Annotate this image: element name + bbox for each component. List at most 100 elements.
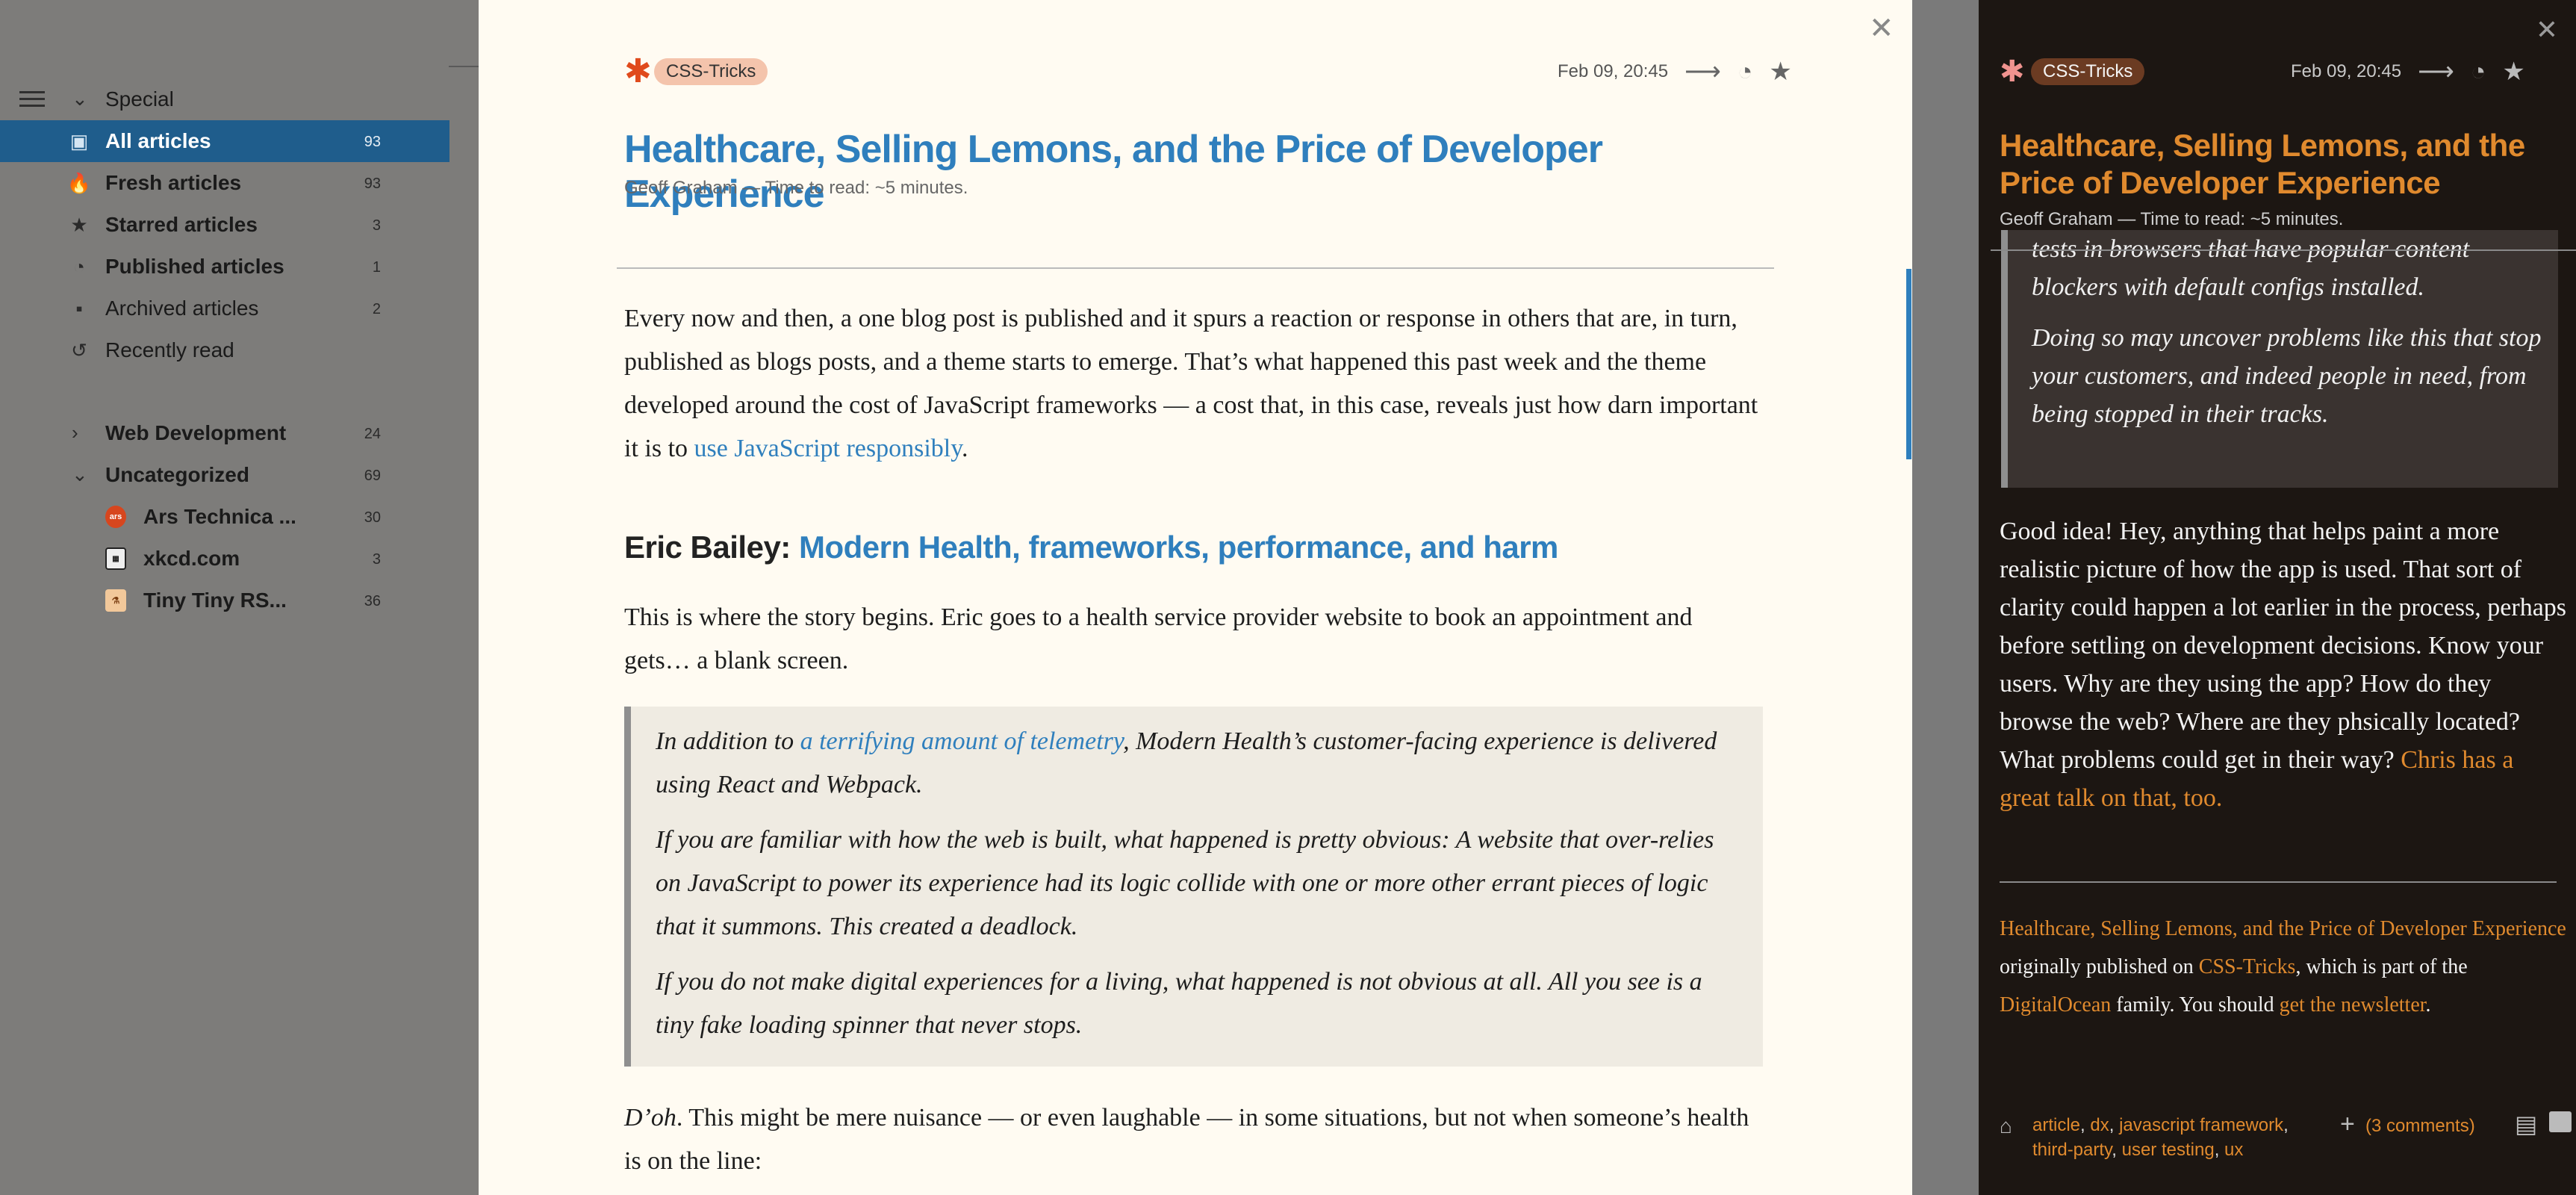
article-date: Feb 09, 20:45 <box>1558 61 1669 81</box>
tag-link[interactable]: ux <box>2224 1140 2243 1160</box>
heading-text: Eric Bailey: <box>624 530 799 565</box>
emphasis-text: D’oh <box>624 1104 676 1132</box>
sidebar-feed-ars-technica[interactable]: ars Ars Technica ... 30 <box>0 496 449 538</box>
sidebar-item-fresh-articles[interactable]: 🔥 Fresh articles 93 <box>0 162 449 204</box>
tag-link[interactable]: user testing <box>2122 1140 2215 1160</box>
unread-count: 36 <box>364 593 381 609</box>
paragraph-text: . <box>962 435 968 462</box>
quote-paragraph: tests in browsers that have popular cont… <box>2032 235 2470 301</box>
link-newsletter[interactable]: get the newsletter <box>2280 993 2426 1016</box>
sidebar-item-label: All articles <box>105 129 211 152</box>
paragraph: D’oh. This might be mere nuisance — or e… <box>624 1096 1763 1183</box>
sidebar-category-web-development[interactable]: › Web Development 24 <box>0 412 449 454</box>
article-meta: Feb 09, 20:45 ⟶ ◔ ★ <box>1558 54 1792 90</box>
article-body: Every now and then, a one blog post is p… <box>624 297 1763 1195</box>
star-icon[interactable]: ★ <box>1769 57 1791 87</box>
quote-paragraph: If you are familiar with how the web is … <box>656 826 1714 940</box>
document-icon[interactable]: ▤ <box>2515 1110 2537 1138</box>
tag-icon: ⌂ <box>2000 1114 2012 1137</box>
sidebar-item-archived-articles[interactable]: ▪ Archived articles 2 <box>0 288 449 329</box>
ars-favicon-icon: ars <box>105 506 126 528</box>
sidebar-feed-xkcd[interactable]: ▦ xkcd.com 3 <box>0 538 449 580</box>
sidebar-item-label: Archived articles <box>105 297 259 320</box>
feed-tag[interactable]: CSS-Tricks <box>2031 58 2145 85</box>
article-view: ✕ ✱ CSS-Tricks Feb 09, 20:45 ⟶ ◔ ★ Healt… <box>479 0 1912 1195</box>
paragraph: Every now and then, a one blog post is p… <box>624 297 1763 471</box>
sidebar-item-label: Uncategorized <box>105 463 249 486</box>
feed-asterisk-icon: ✱ <box>624 53 652 90</box>
preview-footer: Healthcare, Selling Lemons, and the Pric… <box>2000 910 2567 1024</box>
unread-count: 30 <box>364 509 381 526</box>
rss-icon[interactable]: ◔ <box>1737 58 1753 87</box>
fire-icon: 🔥 <box>66 171 92 194</box>
quote-text: In addition to <box>656 727 800 755</box>
unread-count: 93 <box>364 134 381 150</box>
chevron-down-icon[interactable]: ⌄ <box>72 463 88 485</box>
footer-text: , which is part of the <box>2295 955 2468 978</box>
feed-asterisk-icon: ✱ <box>2000 55 2025 88</box>
open-link-arrow-icon[interactable]: ⟶ <box>2418 57 2454 87</box>
rss-icon[interactable]: ◔ <box>2471 58 2486 87</box>
comments-link[interactable]: (3 comments) <box>2365 1116 2475 1137</box>
tag-list: article, dx, javascript framework, third-… <box>2032 1115 2289 1160</box>
footer-text: family. You should <box>2111 993 2280 1016</box>
sidebar-item-published-articles[interactable]: ◔ Published articles 1 <box>0 246 449 288</box>
sidebar-item-label: Special <box>105 87 174 111</box>
sidebar-item-label: Fresh articles <box>105 171 242 194</box>
footer-text: . <box>2425 993 2431 1016</box>
tag-link[interactable]: javascript framework <box>2119 1115 2283 1135</box>
unread-count: 1 <box>372 259 381 276</box>
link-digitalocean[interactable]: DigitalOcean <box>2000 993 2111 1016</box>
section-heading: Eric Bailey: Modern Health, frameworks, … <box>624 526 1763 569</box>
footer-text: originally published on <box>2000 955 2199 978</box>
article-byline: Geoff Graham — Time to read: ~5 minutes. <box>624 178 968 198</box>
sidebar-feed-tiny-tiny-rss[interactable]: ⚗ Tiny Tiny RS... 36 <box>0 580 449 621</box>
unread-count: 3 <box>372 217 381 234</box>
link-use-javascript-responsibly[interactable]: use JavaScript responsibly <box>694 435 962 462</box>
scrollbar-thumb[interactable] <box>1906 269 1911 459</box>
sidebar-item-label: Published articles <box>105 255 284 278</box>
preview-meta: Feb 09, 20:45 ⟶ ◔ ★ <box>2291 54 2525 90</box>
chevron-down-icon[interactable]: ⌄ <box>72 87 88 110</box>
sidebar-item-label: Ars Technica ... <box>143 505 296 528</box>
paragraph: This is where the story begins. Eric goe… <box>624 603 1693 674</box>
paragraph-text: . This might be mere nuisance — or even … <box>624 1104 1749 1175</box>
history-icon: ↺ <box>71 338 87 361</box>
star-icon: ★ <box>70 213 88 236</box>
sidebar-item-all-articles[interactable]: ▣ All articles 93 <box>0 120 449 162</box>
preview-title[interactable]: Healthcare, Selling Lemons, and the Pric… <box>2000 127 2567 202</box>
preview-body: Good idea! Hey, anything that helps pain… <box>2000 512 2567 817</box>
archive-icon: ▪ <box>75 297 83 320</box>
link-modern-health[interactable]: Modern Health, frameworks, performance, … <box>799 530 1558 565</box>
unread-count: 2 <box>372 301 381 317</box>
divider <box>617 267 1774 269</box>
feed-tag[interactable]: CSS-Tricks <box>654 58 768 85</box>
open-link-arrow-icon[interactable]: ⟶ <box>1684 57 1721 87</box>
sidebar-category-special[interactable]: ⌄ Special <box>0 78 449 120</box>
unread-count: 3 <box>372 551 381 568</box>
add-tag-icon[interactable]: + <box>2340 1110 2355 1139</box>
sidebar-item-recently-read[interactable]: ↺ Recently read <box>0 329 449 371</box>
sidebar-category-uncategorized[interactable]: ⌄ Uncategorized 69 <box>0 454 449 496</box>
quote-paragraph: Doing so may uncover problems like this … <box>2032 324 2542 428</box>
tiny-favicon-icon: ⚗ <box>105 589 126 612</box>
tag-link[interactable]: third-party <box>2032 1140 2112 1160</box>
sidebar-item-label: Web Development <box>105 421 287 444</box>
unread-count: 93 <box>364 176 381 192</box>
tag-link[interactable]: article <box>2032 1115 2080 1135</box>
sidebar-item-starred-articles[interactable]: ★ Starred articles 3 <box>0 204 449 246</box>
sidebar-item-label: Starred articles <box>105 213 258 236</box>
star-icon[interactable]: ★ <box>2502 57 2524 87</box>
archive-icon[interactable] <box>2549 1111 2572 1132</box>
chevron-right-icon[interactable]: › <box>72 421 88 444</box>
divider <box>2000 881 2557 883</box>
link-article-title[interactable]: Healthcare, Selling Lemons, and the Pric… <box>2000 917 2566 940</box>
sidebar-divider <box>449 66 479 67</box>
link-css-tricks[interactable]: CSS-Tricks <box>2199 955 2296 978</box>
close-icon[interactable]: ✕ <box>1869 13 1894 43</box>
link-telemetry[interactable]: a terrifying amount of telemetry <box>800 727 1124 755</box>
close-icon[interactable]: ✕ <box>2536 16 2558 43</box>
article-header: ✱ CSS-Tricks Feb 09, 20:45 ⟶ ◔ ★ <box>624 54 1908 90</box>
article-title[interactable]: Healthcare, Selling Lemons, and the Pric… <box>624 127 1699 217</box>
tag-link[interactable]: dx <box>2090 1115 2109 1135</box>
